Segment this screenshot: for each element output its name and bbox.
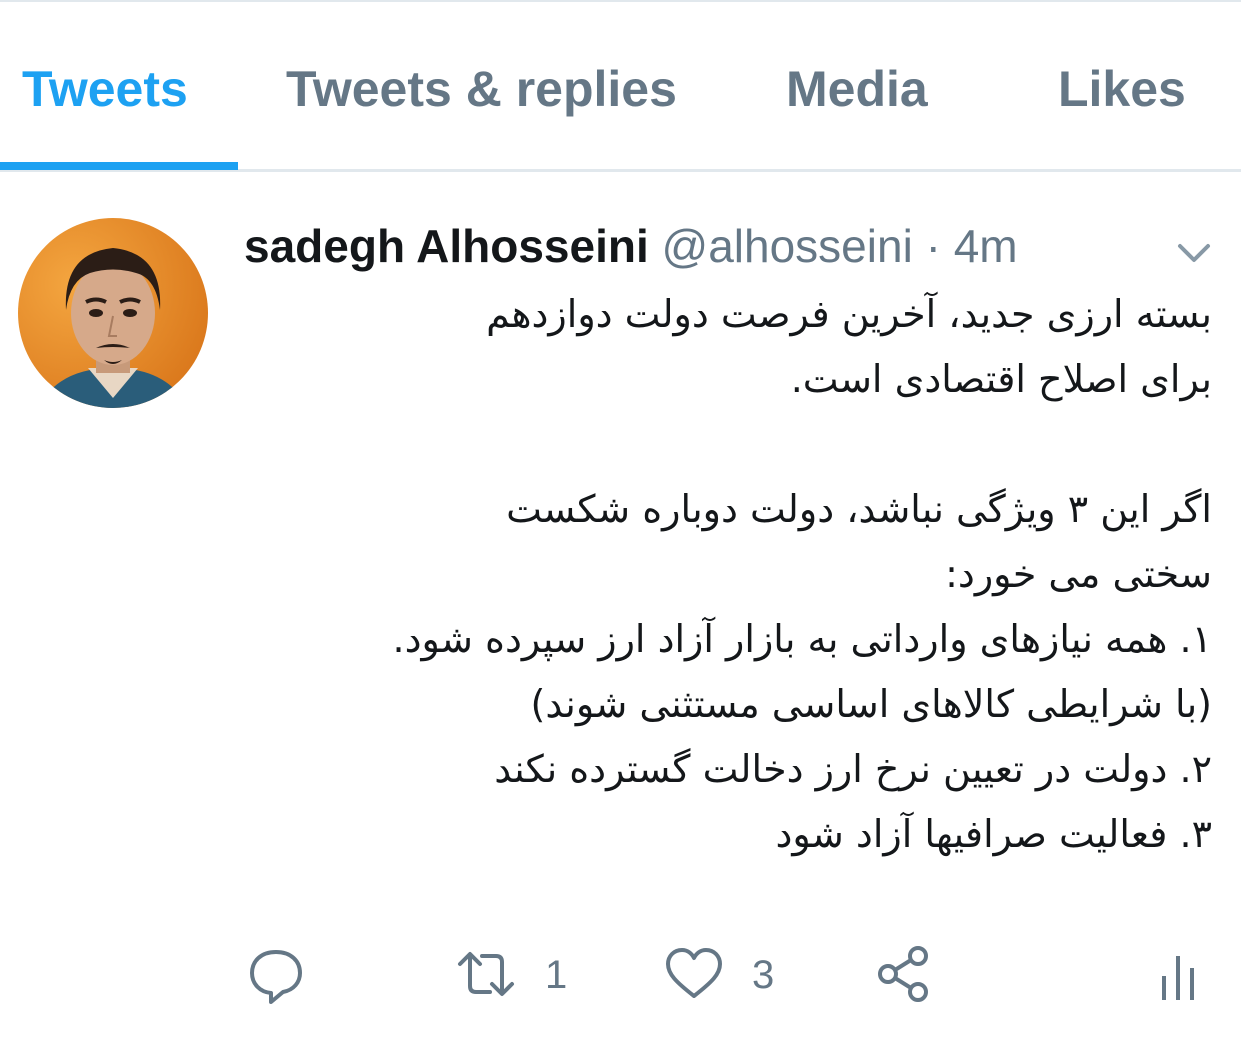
- profile-tabs: Tweets Tweets & replies Media Likes: [0, 0, 1241, 172]
- share-button[interactable]: [874, 942, 934, 1012]
- like-button[interactable]: [664, 942, 724, 1012]
- share-icon: [878, 946, 928, 1002]
- tweet-header: sadegh Alhosseini @alhosseini · 4m: [244, 218, 1018, 274]
- tab-media[interactable]: Media: [786, 58, 928, 120]
- retweet-count: 1: [545, 953, 568, 997]
- reply-button[interactable]: [244, 942, 308, 1012]
- retweet-button[interactable]: [450, 942, 522, 1012]
- timestamp[interactable]: 4m: [954, 220, 1018, 272]
- tweet-text-line: سختی می خورد:: [945, 552, 1212, 596]
- tweet-text-line: بسته ارزی جدید، آخرین فرصت دولت دوازدهم: [486, 292, 1212, 336]
- display-name[interactable]: sadegh Alhosseini: [244, 220, 649, 272]
- tweet-text-line: برای اصلاح اقتصادی است.: [790, 357, 1212, 401]
- avatar-image: [18, 218, 208, 408]
- like-count: 3: [752, 953, 775, 997]
- retweet-icon: [458, 952, 514, 996]
- reply-icon: [250, 950, 302, 1004]
- tweet[interactable]: sadegh Alhosseini @alhosseini · 4m بسته …: [0, 172, 1241, 1045]
- tab-tweets[interactable]: Tweets: [22, 58, 188, 120]
- tweet-text-line: ۲. دولت در تعیین نرخ ارز دخالت گسترده نک…: [494, 747, 1212, 791]
- tweet-text: بسته ارزی جدید، آخرین فرصت دولت دوازدهم …: [240, 282, 1213, 867]
- user-handle[interactable]: @alhosseini: [662, 220, 913, 272]
- tweet-text-line: (با شرایطی کالاهای اساسی مستثنی شوند): [530, 682, 1213, 726]
- analytics-button[interactable]: [1156, 942, 1200, 1012]
- tweet-text-line: ۱. همه نیازهای وارداتی به بازار آزاد ارز…: [392, 617, 1213, 661]
- active-tab-indicator: [0, 162, 238, 170]
- tweet-text-line: اگر این ۳ ویژگی نباشد، دولت دوباره شکست: [506, 487, 1212, 531]
- separator-dot: ·: [925, 220, 941, 272]
- like-icon: [666, 948, 722, 998]
- analytics-icon: [1162, 956, 1194, 1000]
- avatar[interactable]: [18, 218, 208, 408]
- tab-likes[interactable]: Likes: [1058, 58, 1186, 120]
- tweet-text-line: ۳. فعالیت صرافیها آزاد شود: [775, 812, 1212, 856]
- tab-tweets-and-replies[interactable]: Tweets & replies: [286, 58, 677, 120]
- tweet-actions: 1 3: [0, 942, 1241, 1012]
- chevron-down-icon[interactable]: [1172, 230, 1216, 274]
